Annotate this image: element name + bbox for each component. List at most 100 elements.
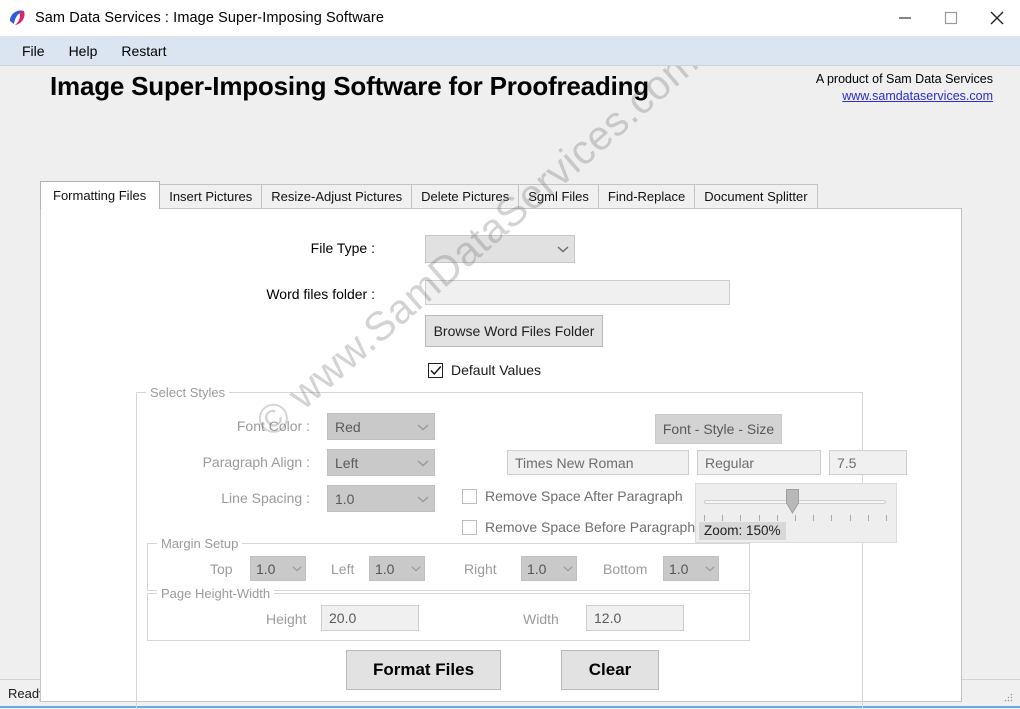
title-bar: Sam Data Services : Image Super-Imposing… bbox=[0, 0, 1020, 36]
margin-right-label: Right bbox=[464, 561, 497, 577]
tab-insert-pictures[interactable]: Insert Pictures bbox=[159, 184, 263, 208]
zoom-slider-thumb[interactable] bbox=[786, 489, 799, 514]
remove-space-after-checkbox[interactable]: Remove Space After Paragraph bbox=[462, 488, 683, 504]
remove-space-before-label: Remove Space Before Paragraph bbox=[485, 519, 696, 535]
chevron-down-icon bbox=[288, 565, 305, 572]
font-name-input[interactable]: Times New Roman bbox=[507, 450, 689, 475]
tab-panel-formatting-files: File Type : Word files folder : Browse W… bbox=[40, 208, 962, 709]
clear-button[interactable]: Clear bbox=[561, 650, 659, 690]
word-folder-label: Word files folder : bbox=[266, 286, 375, 302]
slider-tick bbox=[794, 515, 796, 521]
close-icon bbox=[990, 11, 1004, 25]
window-controls bbox=[882, 0, 1020, 36]
menu-item-help[interactable]: Help bbox=[57, 41, 110, 61]
page-title: Image Super-Imposing Software for Proofr… bbox=[50, 71, 649, 101]
chevron-down-icon bbox=[552, 245, 574, 253]
tab-resize-adjust-pictures[interactable]: Resize-Adjust Pictures bbox=[261, 184, 413, 208]
brand-block: A product of Sam Data Services www.samda… bbox=[816, 71, 993, 105]
window-title: Sam Data Services : Image Super-Imposing… bbox=[35, 10, 385, 26]
margin-right-select[interactable]: 1.0 bbox=[521, 556, 577, 581]
checkbox-box bbox=[428, 362, 443, 378]
select-styles-title: Select Styles bbox=[146, 385, 230, 400]
app-swirl-icon bbox=[7, 8, 27, 28]
page-height-input[interactable]: 20.0 bbox=[321, 605, 419, 631]
zoom-slider-ticks bbox=[704, 515, 887, 521]
margin-left-value: 1.0 bbox=[375, 560, 395, 577]
website-link[interactable]: www.samdataservices.com bbox=[816, 88, 993, 105]
remove-space-after-label: Remove Space After Paragraph bbox=[485, 488, 683, 504]
margin-top-label: Top bbox=[210, 561, 233, 577]
slider-tick bbox=[849, 515, 851, 521]
chevron-down-icon bbox=[412, 423, 434, 431]
tab-formatting-files[interactable]: Formatting Files bbox=[40, 181, 161, 209]
paragraph-align-value: Left bbox=[335, 454, 359, 471]
slider-tick bbox=[758, 515, 760, 521]
check-mark-icon bbox=[430, 365, 442, 375]
slider-tick bbox=[740, 515, 742, 521]
margin-bottom-select[interactable]: 1.0 bbox=[663, 556, 719, 581]
font-color-select[interactable]: Red bbox=[327, 413, 435, 440]
line-spacing-select[interactable]: 1.0 bbox=[327, 485, 435, 512]
chevron-down-icon bbox=[412, 459, 434, 467]
minimize-icon bbox=[899, 17, 911, 19]
margin-setup-group: Margin Setup Top 1.0 Left 1.0 Right 1.0 … bbox=[147, 536, 750, 591]
tab-strip: Formatting Files Insert Pictures Resize-… bbox=[40, 181, 962, 209]
margin-top-value: 1.0 bbox=[256, 560, 276, 577]
slider-tick bbox=[722, 515, 724, 521]
slider-tick bbox=[867, 515, 869, 521]
page-height-label: Height bbox=[266, 611, 307, 627]
resize-grip-icon[interactable] bbox=[1003, 690, 1014, 702]
maximize-icon bbox=[944, 11, 958, 25]
font-style-input[interactable]: Regular bbox=[697, 450, 821, 475]
default-values-checkbox[interactable]: Default Values bbox=[428, 362, 541, 378]
tab-find-replace[interactable]: Find-Replace bbox=[597, 184, 696, 208]
tab-sgml-files[interactable]: Sgml Files bbox=[518, 184, 599, 208]
chevron-down-icon bbox=[701, 565, 718, 572]
default-values-label: Default Values bbox=[451, 362, 542, 378]
menu-item-file[interactable]: File bbox=[10, 41, 57, 61]
chevron-down-icon bbox=[407, 565, 424, 572]
line-spacing-label: Line Spacing : bbox=[221, 490, 310, 506]
product-of-label: A product of Sam Data Services bbox=[815, 72, 993, 86]
file-type-select[interactable] bbox=[425, 235, 575, 263]
line-spacing-value: 1.0 bbox=[335, 490, 355, 507]
word-folder-input[interactable] bbox=[425, 280, 730, 305]
menu-bar: File Help Restart bbox=[0, 36, 1020, 66]
margin-left-label: Left bbox=[331, 561, 355, 577]
margin-bottom-label: Bottom bbox=[603, 561, 648, 577]
font-color-label: Font Color : bbox=[236, 418, 310, 434]
slider-tick bbox=[831, 515, 833, 521]
checkbox-box bbox=[462, 488, 477, 504]
close-button[interactable] bbox=[974, 0, 1020, 36]
margin-right-value: 1.0 bbox=[527, 560, 547, 577]
font-color-value: Red bbox=[335, 418, 361, 435]
slider-tick bbox=[813, 515, 815, 521]
margin-bottom-value: 1.0 bbox=[669, 560, 689, 577]
tab-document-splitter[interactable]: Document Splitter bbox=[694, 184, 818, 208]
page-width-label: Width bbox=[523, 611, 559, 627]
format-files-button[interactable]: Format Files bbox=[346, 650, 501, 690]
paragraph-align-select[interactable]: Left bbox=[327, 449, 435, 476]
page-width-input[interactable]: 12.0 bbox=[586, 605, 684, 631]
slider-tick bbox=[704, 515, 705, 521]
minimize-button[interactable] bbox=[882, 0, 928, 36]
page-size-title: Page Height-Width bbox=[157, 586, 275, 601]
browse-word-files-folder-button[interactable]: Browse Word Files Folder bbox=[425, 315, 603, 347]
zoom-level-label: Zoom: 150% bbox=[699, 522, 786, 540]
font-style-size-button[interactable]: Font - Style - Size bbox=[655, 414, 782, 444]
page-size-group: Page Height-Width Height 20.0 Width 12.0 bbox=[147, 586, 750, 641]
slider-tick bbox=[885, 515, 887, 521]
margin-left-select[interactable]: 1.0 bbox=[369, 556, 425, 581]
chevron-down-icon bbox=[559, 565, 576, 572]
font-size-input[interactable]: 7.5 bbox=[829, 450, 907, 475]
paragraph-align-label: Paragraph Align : bbox=[202, 454, 310, 470]
margin-setup-title: Margin Setup bbox=[157, 536, 243, 551]
menu-item-restart[interactable]: Restart bbox=[109, 41, 178, 61]
app-header: Image Super-Imposing Software for Proofr… bbox=[0, 66, 1020, 121]
zoom-slider-panel: Zoom: 150% bbox=[695, 483, 897, 543]
maximize-button[interactable] bbox=[928, 0, 974, 36]
chevron-down-icon bbox=[412, 495, 434, 503]
tab-delete-pictures[interactable]: Delete Pictures bbox=[411, 184, 520, 208]
margin-top-select[interactable]: 1.0 bbox=[250, 556, 306, 581]
remove-space-before-checkbox[interactable]: Remove Space Before Paragraph bbox=[462, 519, 695, 535]
